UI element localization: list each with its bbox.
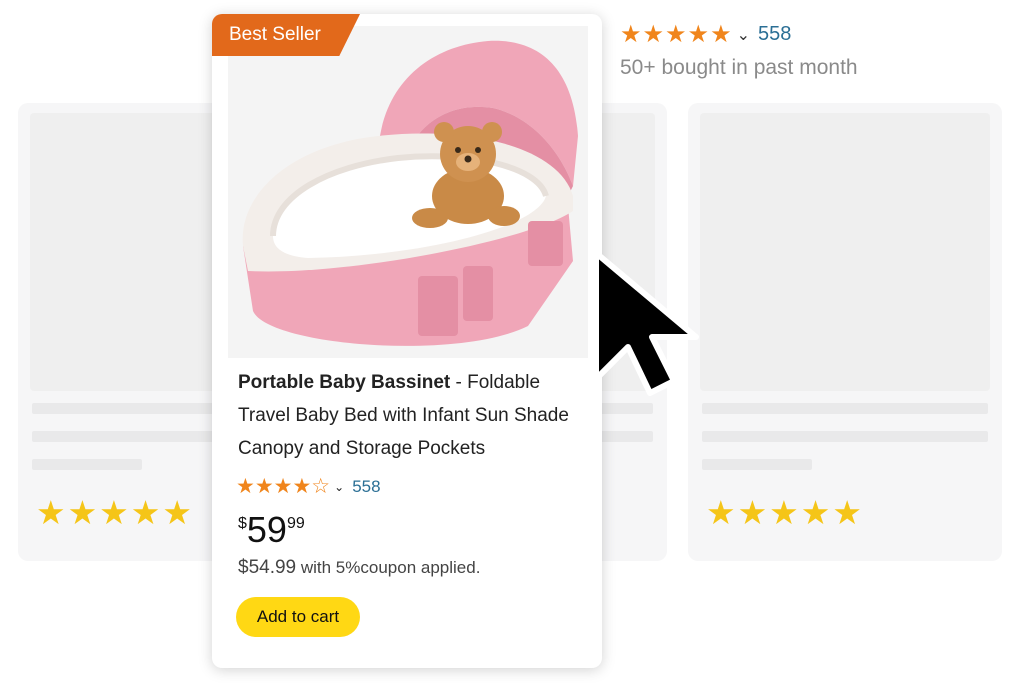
- mouse-pointer-icon: [590, 247, 720, 402]
- star-icon: ★★★★☆: [236, 475, 331, 498]
- price-fraction: 99: [286, 515, 305, 532]
- listing-rating: ★★★★★ ⌄ 558: [620, 20, 791, 49]
- bassinet-illustration: [228, 26, 588, 358]
- product-card[interactable]: Best Seller Portable Baby Bassinet - Fol…: [212, 14, 602, 668]
- product-rating: ★★★★☆ ⌄ 558: [236, 474, 381, 499]
- price-whole: 59: [246, 509, 287, 550]
- coupon-price: $54.99: [238, 557, 297, 578]
- product-title-bold: Portable Baby Bassinet: [238, 372, 451, 393]
- placeholder-line: [32, 459, 142, 470]
- placeholder-line: [702, 459, 812, 470]
- placeholder-image: [700, 113, 990, 391]
- product-price: $ 59 99: [238, 510, 305, 550]
- price-symbol: $: [238, 515, 247, 532]
- best-seller-badge: Best Seller: [212, 14, 360, 56]
- placeholder-rating-stars: ★★★★★: [36, 494, 194, 531]
- rating-count-link[interactable]: 558: [758, 23, 791, 46]
- coupon-text: with 5%coupon applied.: [296, 558, 481, 577]
- placeholder-rating-stars: ★★★★★: [706, 494, 864, 531]
- placeholder-card-right: ★★★★★: [688, 103, 1002, 561]
- placeholder-line: [702, 403, 988, 414]
- product-image[interactable]: [228, 26, 588, 358]
- product-title[interactable]: Portable Baby Bassinet - Foldable Travel…: [238, 366, 594, 465]
- star-icon: ★★★★★: [620, 21, 733, 48]
- coupon-info: $54.99 with 5%coupon applied.: [238, 557, 480, 579]
- placeholder-line: [702, 431, 988, 442]
- rating-count-link[interactable]: 558: [352, 477, 380, 497]
- bought-in-past-month: 50+ bought in past month: [620, 56, 858, 79]
- add-to-cart-button[interactable]: Add to cart: [236, 597, 360, 637]
- chevron-down-icon[interactable]: ⌄: [334, 480, 344, 494]
- chevron-down-icon[interactable]: ⌄: [737, 25, 750, 45]
